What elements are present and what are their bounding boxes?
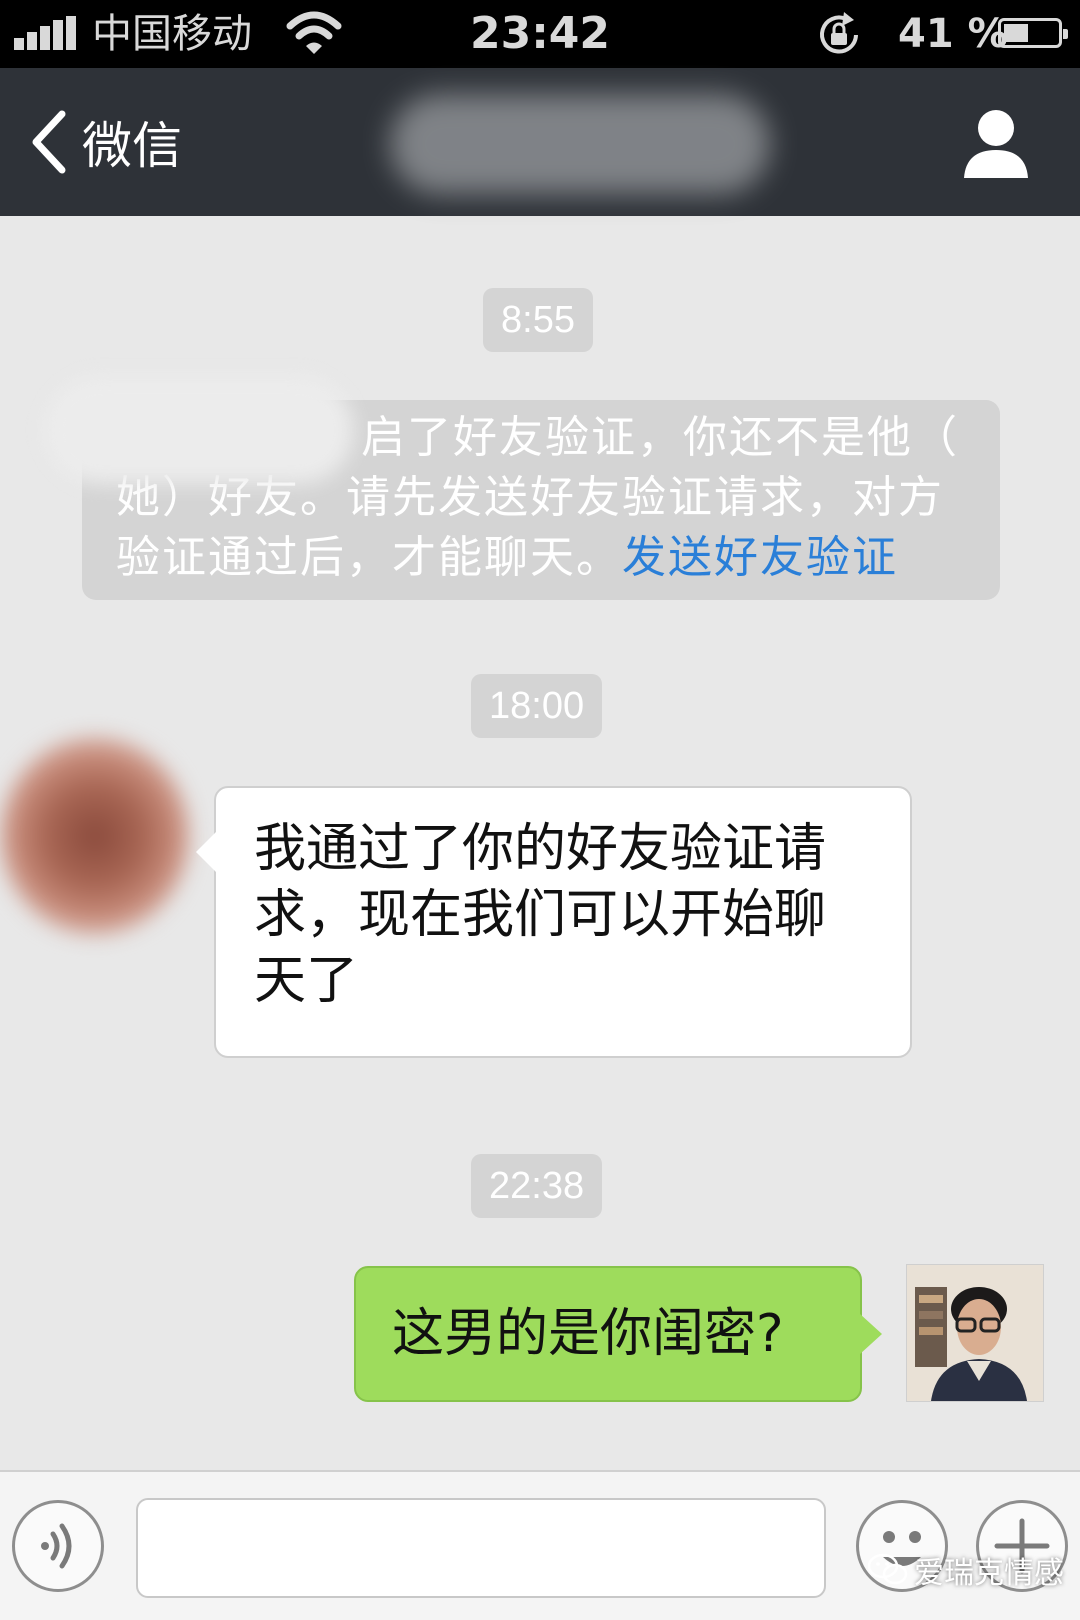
chat-title-obscured [390,94,770,194]
nav-bar: 微信 [0,68,1080,216]
contact-name-obscured [44,376,354,484]
watermark-text: 爱瑞克情感 [914,1556,1064,1591]
contact-avatar[interactable] [0,736,190,936]
back-chevron-icon [32,110,66,174]
voice-button[interactable] [12,1500,104,1592]
chat-area[interactable]: 8:55 启了好友验证，你还不是他（ 她）好友。请先发送好友验证请求，对方 验证… [0,216,1080,1470]
timestamp: 8:55 [483,288,593,352]
incoming-message[interactable]: 我通过了你的好友验证请 求，现在我们可以开始聊 天了 [196,786,912,1058]
message-line: 我通过了你的好友验证请 [254,819,827,879]
timestamp: 18:00 [471,674,603,738]
watermark: 爱瑞克情感 [868,1548,1064,1592]
user-avatar-image [907,1265,1043,1401]
wechat-logo-icon [868,1553,908,1585]
voice-icon [41,1523,72,1569]
outgoing-message[interactable]: 这男的是你闺密? [354,1266,882,1402]
message-text: 这男的是你闺密? [392,1304,784,1364]
back-label: 微信 [82,117,182,175]
battery-percent: 41 % [898,11,1008,57]
message-line: 天了 [254,951,359,1011]
user-avatar[interactable] [906,1264,1044,1402]
message-input[interactable] [136,1498,826,1598]
message-line: 求，现在我们可以开始聊 [254,885,827,945]
notice-line: 验证通过后，才能聊天。 [116,532,622,583]
contact-info-icon[interactable] [962,108,1030,178]
send-verification-link[interactable]: 发送好友验证 [622,532,898,583]
timestamp: 22:38 [471,1154,603,1218]
battery-icon [998,18,1068,48]
rotation-lock-icon [820,12,858,54]
back-button[interactable]: 微信 [28,68,182,216]
status-bar: 中国移动 23:42 41 % [0,0,1080,68]
input-bar [0,1470,1080,1620]
